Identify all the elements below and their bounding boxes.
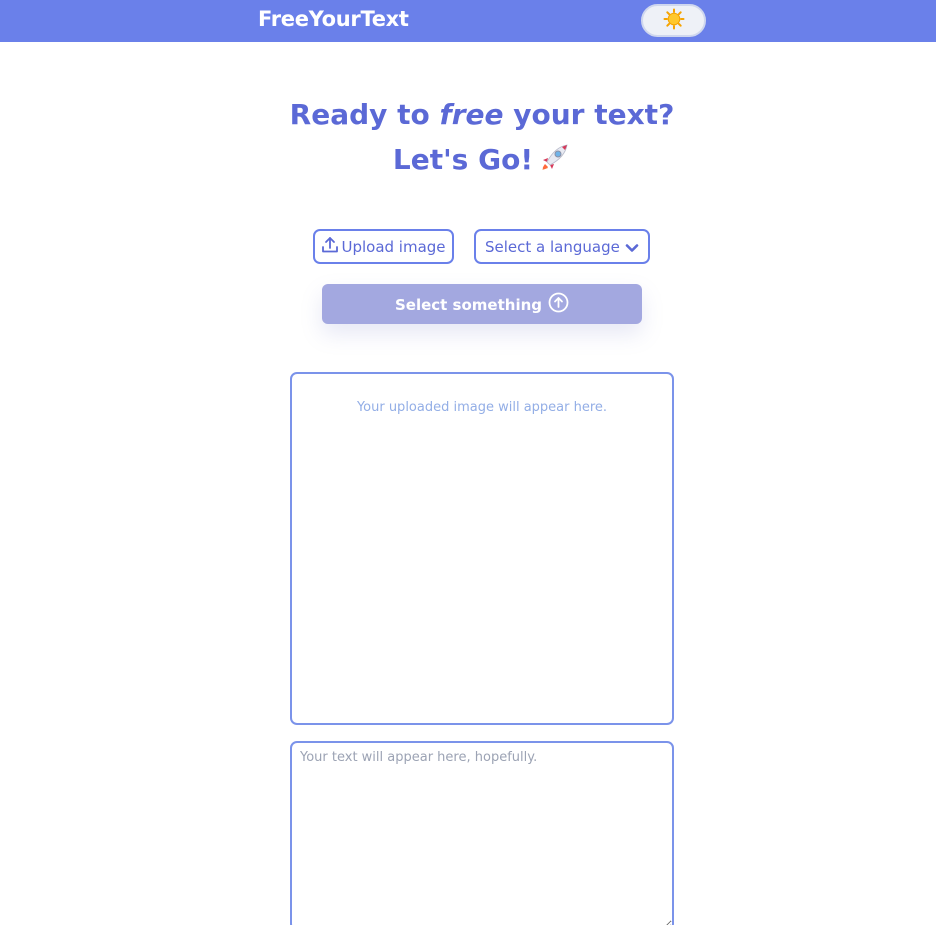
brand-logo[interactable]: FreeYourText bbox=[258, 7, 409, 31]
select-something-label: Select something bbox=[394, 296, 543, 314]
hero-text-before: Ready to bbox=[289, 98, 440, 131]
hero-lets-go: Let's Go! bbox=[392, 143, 534, 176]
upload-image-button[interactable]: Upload image bbox=[313, 229, 454, 264]
sun-icon bbox=[663, 8, 685, 34]
image-preview-placeholder: Your uploaded image will appear here. bbox=[356, 400, 608, 415]
upload-icon bbox=[321, 236, 339, 258]
image-preview-box: Your uploaded image will appear here. bbox=[290, 372, 674, 725]
hero-text-after: your text? bbox=[503, 98, 675, 131]
select-something-button[interactable]: Select something bbox=[322, 284, 642, 324]
hero-emphasis: free bbox=[439, 98, 504, 131]
language-select[interactable]: Select a language bbox=[474, 229, 650, 264]
navbar: FreeYourText bbox=[0, 0, 936, 42]
theme-toggle-button[interactable] bbox=[641, 4, 706, 37]
hero-heading: Ready to free your text? Let's Go! bbox=[0, 92, 936, 186]
hero-line-2: Let's Go! bbox=[0, 137, 936, 186]
arrow-up-circle-icon bbox=[548, 292, 569, 317]
output-textarea[interactable] bbox=[290, 741, 674, 925]
chevron-down-icon bbox=[624, 240, 640, 260]
rocket-icon bbox=[539, 141, 571, 186]
language-select-value: Select a language bbox=[485, 237, 620, 256]
upload-image-label: Upload image bbox=[341, 237, 446, 256]
hero-line-1: Ready to free your text? bbox=[0, 92, 936, 137]
